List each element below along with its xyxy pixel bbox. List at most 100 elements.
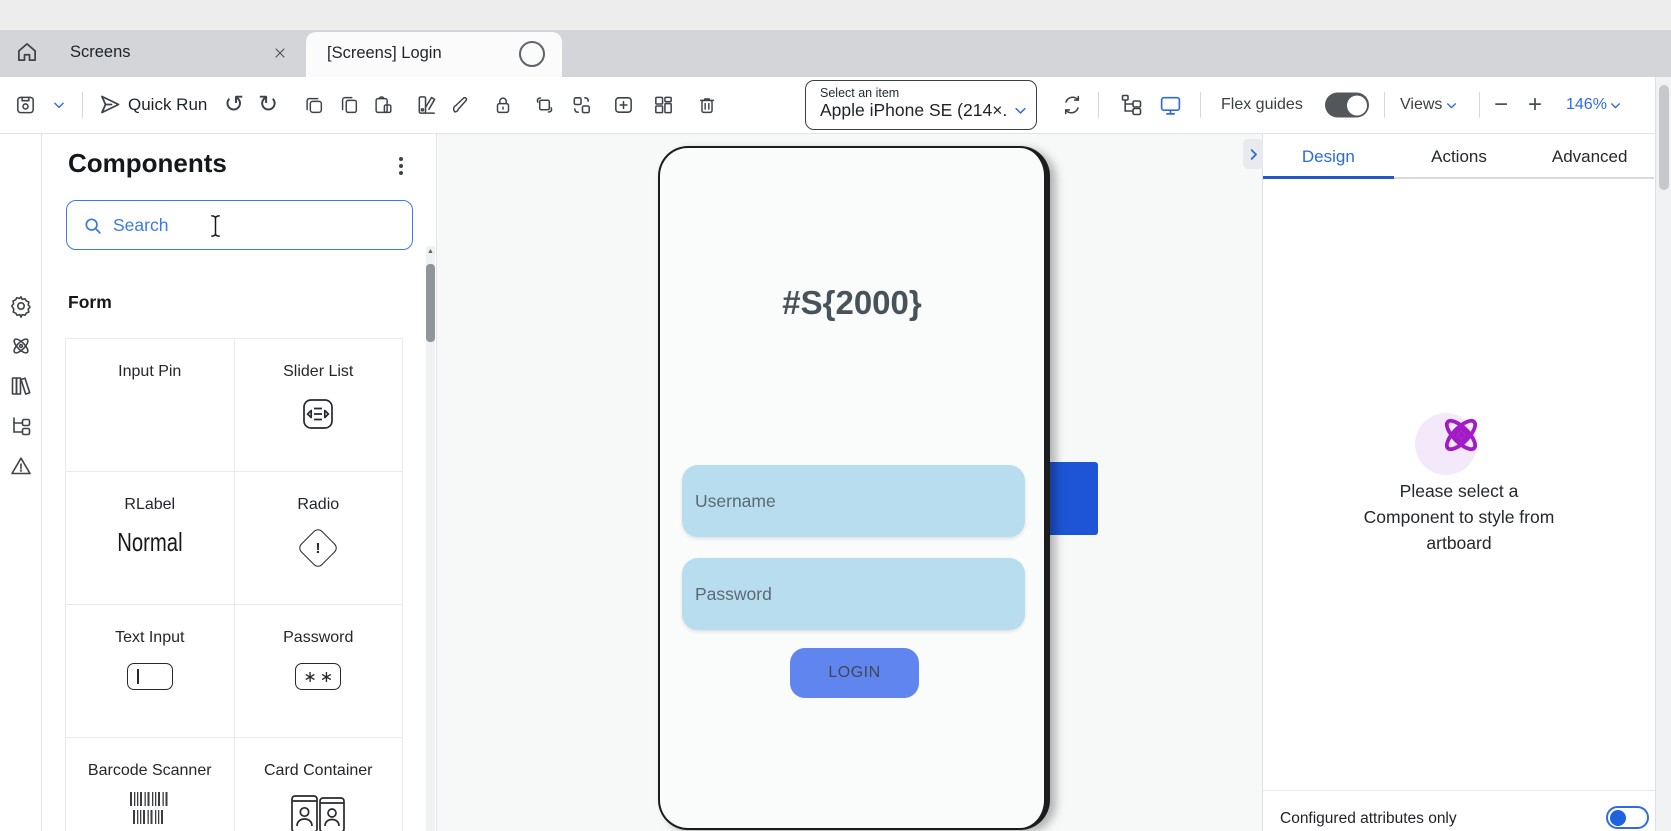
component-item-radio[interactable]: Radio ! [235,472,404,605]
toggle-knob [1347,95,1367,115]
settings-icon[interactable] [9,294,33,318]
preview-monitor-icon[interactable] [1158,93,1183,118]
configured-attributes-toggle[interactable] [1606,806,1649,829]
scrollbar-up-arrow[interactable]: ▲ [426,248,435,255]
chevron-down-icon [1609,99,1622,112]
delete-icon[interactable] [696,94,718,116]
tab-screens[interactable]: Screens [70,43,131,62]
quick-run-icon[interactable] [98,93,122,117]
component-label: Radio [235,496,403,514]
component-item-password[interactable]: Password ∗∗ [235,605,404,738]
flex-guides-toggle[interactable] [1325,93,1369,118]
text-input-icon [127,663,173,690]
group-icon[interactable] [533,94,556,117]
divider [1479,92,1480,118]
active-tab-underline [1263,176,1394,179]
component-label: Slider List [235,363,403,381]
component-item-rlabel[interactable]: RLabel Normal [66,472,235,605]
device-select-value: Apple iPhone SE (214×... [820,100,1006,121]
toggle-knob [1610,810,1626,826]
component-grid: Input Pin Slider List RLabel Normal Radi… [65,338,403,831]
chevron-down-icon [1445,99,1458,112]
tab-bar: Screens [Screens] Login [0,30,1671,77]
divider [82,92,83,118]
component-label: Card Container [235,762,403,780]
component-label: Input Pin [66,363,234,381]
component-item-barcode-scanner[interactable]: Barcode Scanner [66,738,235,831]
slider-list-icon [235,394,403,434]
layout-grid-icon[interactable] [652,94,675,117]
undo-icon[interactable]: ↺ [224,94,244,116]
component-item-slider-list[interactable]: Slider List [235,339,404,472]
zoom-out-icon[interactable]: − [1494,95,1508,115]
window-scrollbar[interactable] [1655,77,1671,831]
chevron-right-icon [1246,147,1261,162]
search-input[interactable] [113,201,363,249]
divider [1200,92,1201,118]
library-icon[interactable] [9,374,33,398]
rlabel-preview-text: Normal [117,527,182,558]
brush-icon[interactable] [450,94,472,116]
radio-diamond-icon: ! [297,527,339,569]
password-field[interactable]: Password [682,558,1025,630]
close-icon[interactable] [272,45,288,61]
configured-attributes-label: Configured attributes only [1280,810,1457,828]
properties-panel: Design Actions Advanced Please select a … [1262,134,1655,831]
card-container-icon [235,790,403,831]
save-chevron-down-icon[interactable] [52,98,66,112]
zoom-level: 146% [1566,96,1607,114]
add-frame-icon[interactable] [612,94,635,117]
zoom-level-dropdown[interactable]: 146% [1566,96,1622,114]
password-icon: ∗∗ [295,663,341,690]
zoom-in-icon[interactable]: + [1528,95,1542,115]
tab-screens-login[interactable]: [Screens] Login [306,32,562,77]
search-icon [82,215,104,237]
component-item-input-pin[interactable]: Input Pin [66,339,235,472]
tab-actions[interactable]: Actions [1394,134,1525,176]
hierarchy-icon[interactable] [9,414,33,438]
tab-advanced[interactable]: Advanced [1524,134,1655,176]
empty-state-line: Component to style from [1263,504,1655,530]
component-item-card-container[interactable]: Card Container [235,738,404,831]
sync-icon[interactable] [1060,93,1084,117]
device-select[interactable]: Select an item Apple iPhone SE (214×... [805,80,1037,130]
device-select-label: Select an item [820,86,1026,100]
tab-design[interactable]: Design [1263,134,1394,176]
divider [1384,92,1385,118]
component-item-text-input[interactable]: Text Input [66,605,235,738]
copy-icon[interactable] [303,94,325,116]
screen-title[interactable]: #S{2000} [660,284,1044,322]
theme-icon[interactable] [415,94,438,117]
lock-icon[interactable] [492,94,514,116]
tab-label: [Screens] Login [327,44,442,63]
quick-run-button[interactable]: Quick Run [128,95,207,115]
paste-icon[interactable] [372,94,394,116]
tree-view-icon[interactable] [1120,93,1144,117]
component-search[interactable] [66,200,413,250]
divider [1098,92,1099,118]
text-cursor-icon [209,214,222,238]
components-atom-icon[interactable] [9,334,33,358]
warnings-icon[interactable] [9,454,33,478]
views-dropdown[interactable]: Views [1400,96,1458,114]
empty-state-message: Please select a Component to style from … [1263,478,1655,556]
window-scrollbar-thumb[interactable] [1659,85,1669,190]
save-icon[interactable] [14,94,37,117]
phone-artboard[interactable]: #S{2000} Username Password LOGIN [658,146,1050,830]
component-label: Barcode Scanner [66,762,234,780]
scrollbar-thumb[interactable] [426,264,435,342]
empty-state-line: Please select a [1263,478,1655,504]
section-title-form: Form [68,292,112,313]
kebab-menu-icon[interactable] [392,154,410,178]
flex-guides-label: Flex guides [1221,96,1303,114]
redo-icon[interactable]: ↻ [258,94,278,116]
atom-icon [1437,411,1485,459]
panel-expand-button[interactable] [1243,139,1263,169]
duplicate-icon[interactable] [338,94,360,116]
home-icon[interactable] [14,39,40,65]
username-field[interactable]: Username [682,465,1025,537]
login-button[interactable]: LOGIN [790,648,919,698]
component-label: Password [235,629,403,647]
ungroup-icon[interactable] [570,94,593,117]
components-scrollbar[interactable]: ▲ [426,246,435,831]
